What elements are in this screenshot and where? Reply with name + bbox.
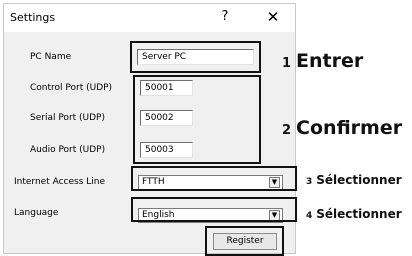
annotation-number: 3 [306, 177, 313, 187]
highlight-box-internet-line [131, 166, 297, 191]
annotation-text: Sélectionner [316, 173, 402, 187]
internet-access-line-label: Internet Access Line [14, 177, 106, 187]
highlight-box-language [131, 197, 297, 222]
highlight-box-ports [133, 75, 261, 164]
annotation-text: Sélectionner [316, 207, 402, 221]
title-bar: Settings ? ✕ [4, 4, 295, 32]
annotation-text: Confirmer [296, 117, 403, 139]
annotation-1: 1 Entrer [282, 50, 363, 72]
highlight-box-pc-name [130, 41, 261, 73]
annotation-2: 2 Confirmer [282, 117, 402, 139]
annotation-3: 3 Sélectionner [306, 173, 402, 187]
help-button[interactable]: ? [214, 6, 236, 28]
highlight-box-register [205, 226, 284, 256]
annotation-number: 4 [306, 211, 313, 221]
annotation-number: 1 [282, 56, 292, 71]
close-button[interactable]: ✕ [262, 6, 284, 28]
control-port-label: Control Port (UDP) [30, 83, 113, 93]
dialog-title: Settings [10, 11, 56, 24]
language-label: Language [14, 208, 59, 218]
pc-name-label: PC Name [30, 52, 72, 62]
serial-port-label: Serial Port (UDP) [30, 113, 105, 123]
annotation-number: 2 [282, 123, 292, 138]
annotation-text: Entrer [296, 50, 364, 72]
annotation-4: 4 Sélectionner [306, 207, 402, 221]
audio-port-label: Audio Port (UDP) [30, 145, 106, 155]
